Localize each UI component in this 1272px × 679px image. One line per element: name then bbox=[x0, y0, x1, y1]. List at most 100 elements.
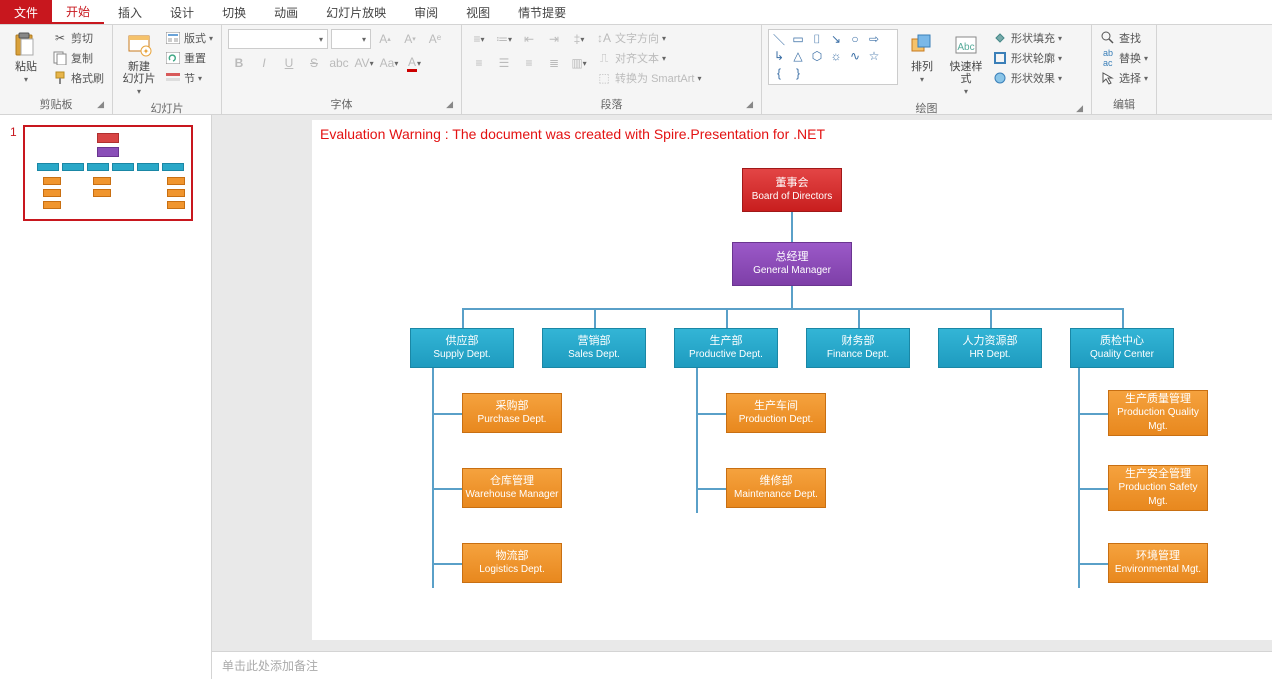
numbering-button[interactable]: ≔▾ bbox=[493, 29, 515, 49]
columns-button[interactable]: ▥▾ bbox=[568, 53, 590, 73]
org-node-dept[interactable]: 质检中心Quality Center bbox=[1070, 328, 1174, 368]
text-direction-button[interactable]: ↕A文字方向▾ bbox=[594, 29, 703, 47]
align-center-button[interactable]: ☰ bbox=[493, 53, 515, 73]
org-node-root[interactable]: 董事会Board of Directors bbox=[742, 168, 842, 212]
tab-review[interactable]: 审阅 bbox=[400, 0, 452, 24]
find-button[interactable]: 查找 bbox=[1098, 29, 1150, 47]
tab-slideshow[interactable]: 幻灯片放映 bbox=[312, 0, 400, 24]
triangle-shape-icon[interactable]: △ bbox=[790, 49, 806, 63]
italic-button[interactable]: I bbox=[253, 53, 275, 73]
smartart-button[interactable]: ⬚转换为 SmartArt▾ bbox=[594, 69, 703, 87]
strike-button[interactable]: S bbox=[303, 53, 325, 73]
increase-indent-button[interactable]: ⇥ bbox=[543, 29, 565, 49]
align-left-button[interactable]: ≡ bbox=[468, 53, 490, 73]
oval-shape-icon[interactable]: ○ bbox=[847, 32, 863, 46]
reset-button[interactable]: 重置 bbox=[163, 49, 215, 67]
brace-shape-icon[interactable]: { bbox=[771, 66, 787, 80]
chevron-shape-icon[interactable]: ⇨ bbox=[866, 32, 882, 46]
star-shape-icon[interactable]: ☆ bbox=[866, 49, 882, 63]
tab-view[interactable]: 视图 bbox=[452, 0, 504, 24]
slide-number: 1 bbox=[10, 125, 17, 221]
org-node-dept[interactable]: 生产部Productive Dept. bbox=[674, 328, 778, 368]
layout-button[interactable]: 版式▾ bbox=[163, 29, 215, 47]
sun-shape-icon[interactable]: ☼ bbox=[828, 49, 844, 63]
copy-button[interactable]: 复制 bbox=[50, 49, 106, 67]
slide-thumbnail[interactable] bbox=[23, 125, 193, 221]
line-spacing-button[interactable]: ‡▾ bbox=[568, 29, 590, 49]
arrange-icon bbox=[908, 31, 936, 59]
tab-design[interactable]: 设计 bbox=[156, 0, 208, 24]
select-icon bbox=[1100, 70, 1116, 86]
clear-format-icon[interactable]: Aᵉ bbox=[424, 29, 446, 49]
slide[interactable]: Evaluation Warning : The document was cr… bbox=[312, 120, 1272, 640]
evaluation-warning: Evaluation Warning : The document was cr… bbox=[312, 120, 1272, 148]
shadow-button[interactable]: abc bbox=[328, 53, 350, 73]
dialog-launcher-icon[interactable]: ◢ bbox=[97, 99, 104, 110]
group-slides: ✦ 新建 幻灯片 ▾ 版式▾ 重置 节▾ 幻灯片 bbox=[113, 25, 222, 114]
brace2-shape-icon[interactable]: } bbox=[790, 66, 806, 80]
notes-pane[interactable]: 单击此处添加备注 bbox=[212, 651, 1272, 679]
dialog-launcher-icon[interactable]: ◢ bbox=[1076, 103, 1083, 114]
org-node-sub[interactable]: 生产车间Production Dept. bbox=[726, 393, 826, 433]
spacing-button[interactable]: AV▾ bbox=[353, 53, 375, 73]
textbox-shape-icon[interactable]: ⌷ bbox=[809, 32, 825, 46]
org-node-dept[interactable]: 财务部Finance Dept. bbox=[806, 328, 910, 368]
paste-button[interactable]: 粘贴 ▾ bbox=[6, 29, 46, 86]
bullets-button[interactable]: ≡▾ bbox=[468, 29, 490, 49]
new-slide-button[interactable]: ✦ 新建 幻灯片 ▾ bbox=[119, 29, 159, 98]
tab-animation[interactable]: 动画 bbox=[260, 0, 312, 24]
align-text-button[interactable]: ⎍对齐文本▾ bbox=[594, 49, 703, 67]
curve-shape-icon[interactable]: ∿ bbox=[847, 49, 863, 63]
shapes-gallery[interactable]: ＼ ▭ ⌷ ↘ ○ ⇨ ↳ △ ⬡ ☼ ∿ ☆ { } bbox=[768, 29, 898, 85]
arrow-shape-icon[interactable]: ↘ bbox=[828, 32, 844, 46]
find-icon bbox=[1100, 30, 1116, 46]
shape-outline-button[interactable]: 形状轮廓▾ bbox=[990, 49, 1064, 67]
quick-styles-button[interactable]: Abc 快速样式▾ bbox=[946, 29, 986, 98]
format-painter-button[interactable]: 格式刷 bbox=[50, 69, 106, 87]
dialog-launcher-icon[interactable]: ◢ bbox=[446, 99, 453, 110]
replace-button[interactable]: abac替换▾ bbox=[1098, 49, 1150, 67]
decrease-indent-button[interactable]: ⇤ bbox=[518, 29, 540, 49]
org-node-gm[interactable]: 总经理General Manager bbox=[732, 242, 852, 286]
justify-button[interactable]: ≣ bbox=[543, 53, 565, 73]
shape-effects-button[interactable]: 形状效果▾ bbox=[990, 69, 1064, 87]
org-node-dept[interactable]: 人力资源部HR Dept. bbox=[938, 328, 1042, 368]
outline-icon bbox=[992, 50, 1008, 66]
section-button[interactable]: 节▾ bbox=[163, 69, 215, 87]
tab-file[interactable]: 文件 bbox=[0, 0, 52, 24]
bold-button[interactable]: B bbox=[228, 53, 250, 73]
font-color-button[interactable]: A▾ bbox=[403, 53, 425, 73]
tab-start[interactable]: 开始 bbox=[52, 0, 104, 24]
org-node-sub[interactable]: 生产质量管理Production Quality Mgt. bbox=[1108, 390, 1208, 436]
arrange-button[interactable]: 排列▾ bbox=[902, 29, 942, 86]
rect-shape-icon[interactable]: ▭ bbox=[790, 32, 806, 46]
dialog-launcher-icon[interactable]: ◢ bbox=[746, 99, 753, 110]
thumbnail-panel: 1 bbox=[0, 115, 212, 679]
select-button[interactable]: 选择▾ bbox=[1098, 69, 1150, 87]
org-node-sub[interactable]: 采购部Purchase Dept. bbox=[462, 393, 562, 433]
increase-font-icon[interactable]: A▴ bbox=[374, 29, 396, 49]
font-name-combo[interactable]: ▾ bbox=[228, 29, 328, 49]
shape-fill-button[interactable]: 形状填充▾ bbox=[990, 29, 1064, 47]
org-node-dept[interactable]: 供应部Supply Dept. bbox=[410, 328, 514, 368]
org-node-sub[interactable]: 生产安全管理Production Safety Mgt. bbox=[1108, 465, 1208, 511]
tab-storyline[interactable]: 情节提要 bbox=[504, 0, 580, 24]
line-shape-icon[interactable]: ＼ bbox=[771, 32, 787, 46]
group-font: ▾ ▾ A▴ A▾ Aᵉ B I U S abc AV▾ Aa▾ A▾ 字体◢ bbox=[222, 25, 462, 114]
hexagon-shape-icon[interactable]: ⬡ bbox=[809, 49, 825, 63]
org-node-dept[interactable]: 营销部Sales Dept. bbox=[542, 328, 646, 368]
change-case-button[interactable]: Aa▾ bbox=[378, 53, 400, 73]
cut-button[interactable]: ✂剪切 bbox=[50, 29, 106, 47]
decrease-font-icon[interactable]: A▾ bbox=[399, 29, 421, 49]
org-node-sub[interactable]: 仓库管理Warehouse Manager bbox=[462, 468, 562, 508]
underline-button[interactable]: U bbox=[278, 53, 300, 73]
tab-transition[interactable]: 切换 bbox=[208, 0, 260, 24]
org-node-sub[interactable]: 物流部Logistics Dept. bbox=[462, 543, 562, 583]
font-size-combo[interactable]: ▾ bbox=[331, 29, 371, 49]
tab-insert[interactable]: 插入 bbox=[104, 0, 156, 24]
align-right-button[interactable]: ≡ bbox=[518, 53, 540, 73]
org-node-sub[interactable]: 环境管理Environmental Mgt. bbox=[1108, 543, 1208, 583]
elbow-shape-icon[interactable]: ↳ bbox=[771, 49, 787, 63]
align-text-icon: ⎍ bbox=[596, 50, 612, 66]
org-node-sub[interactable]: 维修部Maintenance Dept. bbox=[726, 468, 826, 508]
